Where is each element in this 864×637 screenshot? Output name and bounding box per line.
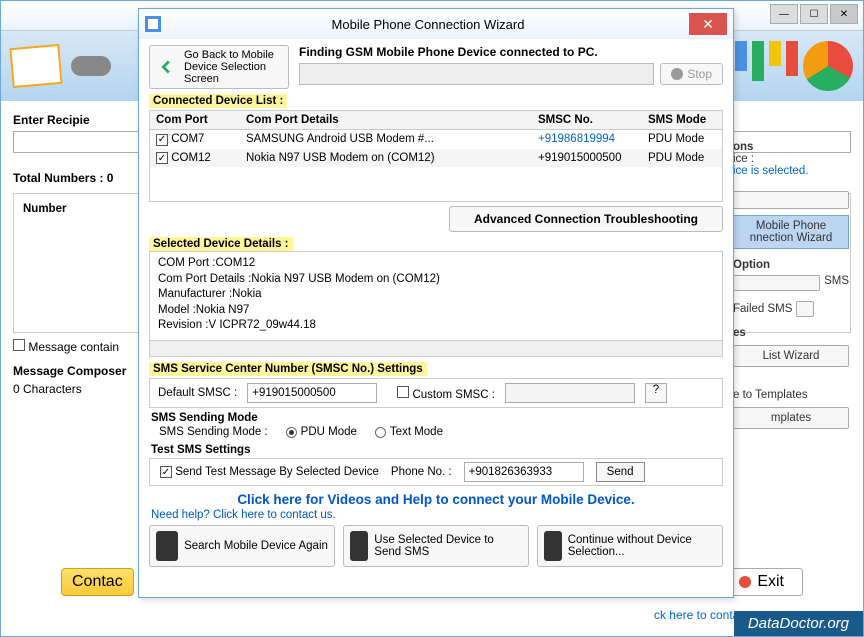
contact-button[interactable]: Contac xyxy=(61,568,134,596)
advanced-troubleshooting-button[interactable]: Advanced Connection Troubleshooting xyxy=(449,206,723,232)
device-details-box: COM Port :COM12 Com Port Details :Nokia … xyxy=(149,251,723,341)
combo-3[interactable] xyxy=(796,301,814,317)
default-smsc-input[interactable] xyxy=(247,383,377,403)
exit-icon xyxy=(739,576,751,588)
device-table: Com Port Com Port Details SMSC No. SMS M… xyxy=(150,111,722,167)
help-videos-link[interactable]: Click here for Videos and Help to connec… xyxy=(149,492,723,507)
modal-titlebar: Mobile Phone Connection Wizard ✕ xyxy=(139,9,733,39)
need-help-link[interactable]: Need help? Click here to contact us. xyxy=(151,509,723,521)
phone-check-icon xyxy=(350,531,368,561)
message-contains-checkbox[interactable] xyxy=(13,339,25,351)
app-icon xyxy=(145,16,161,32)
custom-smsc-checkbox[interactable] xyxy=(397,386,409,398)
th-mode: SMS Mode xyxy=(642,111,722,130)
search-again-button[interactable]: Search Mobile Device Again xyxy=(149,525,335,567)
modal-close-button[interactable]: ✕ xyxy=(689,13,727,35)
phone-cancel-icon xyxy=(544,531,562,561)
stop-button[interactable]: Stop xyxy=(660,63,723,85)
stop-icon xyxy=(671,68,683,80)
bg-close-button[interactable]: ✕ xyxy=(830,4,858,24)
smsc-help-button[interactable]: ? xyxy=(645,383,667,403)
use-device-button[interactable]: Use Selected Device to Send SMS xyxy=(343,525,529,567)
pdu-mode-radio[interactable]: PDU Mode xyxy=(286,426,357,438)
wizard-button[interactable]: Mobile Phone nnection Wizard xyxy=(733,215,849,249)
custom-smsc-label: Custom SMSC : xyxy=(412,389,494,401)
back-button[interactable]: Go Back to Mobile Device Selection Scree… xyxy=(149,45,289,89)
default-smsc-label: Default SMSC : xyxy=(158,387,237,399)
modal-title: Mobile Phone Connection Wizard xyxy=(167,17,689,32)
row-checkbox[interactable]: ✓ xyxy=(156,152,168,164)
sending-mode-heading: SMS Sending Mode xyxy=(149,412,723,424)
connection-wizard-dialog: Mobile Phone Connection Wizard ✕ Go Back… xyxy=(138,8,734,598)
message-contains-label: Message contain xyxy=(28,340,119,354)
finding-label: Finding GSM Mobile Phone Device connecte… xyxy=(299,45,723,59)
selected-details-label: Selected Device Details : xyxy=(149,237,293,251)
bg-maximize-button[interactable]: ☐ xyxy=(800,4,828,24)
bg-minimize-button[interactable]: — xyxy=(770,4,798,24)
row-checkbox[interactable]: ✓ xyxy=(156,134,168,146)
send-test-checkbox[interactable]: ✓ xyxy=(160,466,172,478)
send-test-label: Send Test Message By Selected Device xyxy=(175,466,379,478)
test-sms-heading: Test SMS Settings xyxy=(149,444,723,456)
phone-icon xyxy=(71,56,111,76)
table-row[interactable]: ✓ COM12 Nokia N97 USB Modem on (COM12) +… xyxy=(150,149,722,168)
text-mode-radio[interactable]: Text Mode xyxy=(375,426,443,438)
custom-smsc-input[interactable] xyxy=(505,383,635,403)
continue-without-button[interactable]: Continue without Device Selection... xyxy=(537,525,723,567)
envelope-icon xyxy=(9,44,62,88)
send-button[interactable]: Send xyxy=(596,462,645,482)
list-wizard-button[interactable]: List Wizard xyxy=(733,345,849,367)
phone-no-input[interactable] xyxy=(464,462,584,482)
phone-search-icon xyxy=(156,531,178,561)
smsc-settings-label: SMS Service Center Number (SMSC No.) Set… xyxy=(149,362,427,376)
combo-2[interactable] xyxy=(733,275,820,291)
th-details: Com Port Details xyxy=(240,111,532,130)
th-smsc: SMSC No. xyxy=(532,111,642,130)
footer-brand: DataDoctor.org xyxy=(734,611,863,636)
back-arrow-icon xyxy=(156,53,178,81)
combo-1[interactable] xyxy=(733,191,849,209)
details-scrollbar[interactable] xyxy=(149,341,723,357)
charts-decoration xyxy=(735,41,853,91)
connected-list-label: Connected Device List : xyxy=(149,94,287,108)
phone-no-label: Phone No. : xyxy=(391,466,452,478)
templates-button[interactable]: mplates xyxy=(733,407,849,429)
sending-mode-label: SMS Sending Mode : xyxy=(159,426,268,438)
progress-bar xyxy=(299,63,654,85)
right-panel-partial: ons ice : ice is selected. Mobile Phone … xyxy=(733,141,849,429)
table-row[interactable]: ✓ COM7 SAMSUNG Android USB Modem #... +9… xyxy=(150,130,722,149)
th-com-port: Com Port xyxy=(150,111,240,130)
